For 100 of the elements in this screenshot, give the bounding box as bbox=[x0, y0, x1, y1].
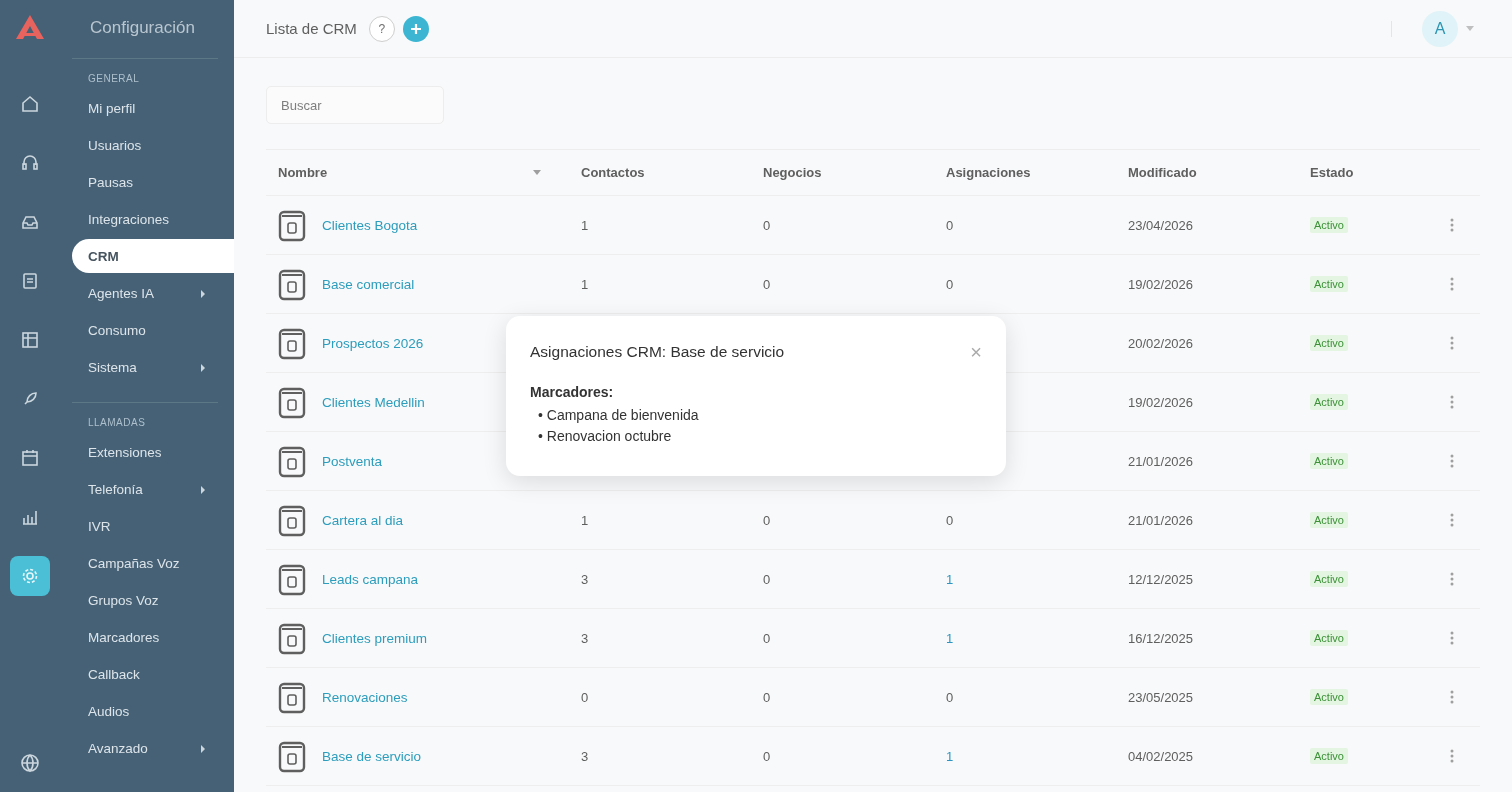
crm-name-link[interactable]: Prospectos 2026 bbox=[322, 335, 424, 351]
column-header: Modificado bbox=[1128, 165, 1197, 180]
crm-name-link[interactable]: Postventa bbox=[322, 453, 383, 469]
caret-icon[interactable] bbox=[1466, 26, 1474, 31]
more-icon[interactable] bbox=[1450, 690, 1454, 704]
sidebar-item[interactable]: Sistema bbox=[72, 349, 234, 386]
table-cell: 21/01/2026 bbox=[1128, 453, 1194, 469]
column-header: Estado bbox=[1310, 165, 1354, 180]
gear-icon[interactable] bbox=[10, 556, 50, 596]
more-icon[interactable] bbox=[1450, 631, 1454, 645]
sidebar-item[interactable]: Callback bbox=[72, 656, 234, 693]
dialer-item: • Campana de bienvenida bbox=[537, 406, 700, 425]
assignments-link[interactable]: 1 bbox=[946, 748, 954, 764]
chevron-icon bbox=[200, 484, 206, 495]
table-cell: 0 bbox=[946, 512, 954, 528]
status-badge: Activo bbox=[1310, 748, 1348, 764]
sidebar-item[interactable]: Grupos Voz bbox=[72, 582, 234, 619]
section-heading: Marcadores: bbox=[530, 384, 615, 400]
sort-icon[interactable] bbox=[533, 170, 541, 175]
crm-name-link[interactable]: Renovaciones bbox=[322, 689, 408, 705]
more-icon[interactable] bbox=[1450, 277, 1454, 291]
status-badge: Activo bbox=[1310, 394, 1348, 410]
crm-name-link[interactable]: Clientes Medellin bbox=[322, 394, 425, 410]
sidebar-item[interactable]: CRM bbox=[72, 239, 234, 273]
more-icon[interactable] bbox=[1450, 572, 1454, 586]
table-cell: 0 bbox=[946, 276, 954, 292]
sidebar-item[interactable]: Avanzado bbox=[72, 730, 234, 767]
add-button[interactable] bbox=[402, 15, 429, 42]
more-icon[interactable] bbox=[1450, 454, 1454, 468]
help-button[interactable]: ? bbox=[368, 15, 395, 42]
status-badge: Activo bbox=[1310, 335, 1348, 351]
sidebar-item[interactable]: IVR bbox=[72, 508, 234, 545]
jar-icon bbox=[278, 267, 306, 301]
sidebar-item[interactable]: Agentes IA bbox=[72, 275, 234, 312]
crm-name-link[interactable]: Clientes premium bbox=[322, 630, 428, 646]
status-badge: Activo bbox=[1310, 689, 1348, 705]
sidebar-item[interactable]: Marcadores bbox=[72, 619, 234, 656]
section-label: LLAMADAS bbox=[87, 416, 147, 430]
more-icon[interactable] bbox=[1450, 513, 1454, 527]
table-cell: 0 bbox=[763, 512, 771, 528]
search-field[interactable]: Buscar bbox=[266, 86, 444, 124]
logo-icon bbox=[15, 14, 45, 40]
sidebar-item[interactable]: Usuarios bbox=[72, 127, 234, 164]
table-cell: 0 bbox=[946, 217, 954, 233]
table-cell: 19/02/2026 bbox=[1128, 276, 1194, 292]
column-header: Negocios bbox=[763, 165, 822, 180]
table-cell: 20/02/2026 bbox=[1128, 335, 1194, 351]
table-cell: 0 bbox=[763, 630, 771, 646]
crm-name-link[interactable]: Clientes Bogota bbox=[322, 217, 418, 233]
more-icon[interactable] bbox=[1450, 749, 1454, 763]
section-label: GENERAL bbox=[87, 72, 141, 86]
jar-icon bbox=[278, 503, 306, 537]
column-header: Nombre bbox=[278, 165, 328, 180]
status-badge: Activo bbox=[1310, 453, 1348, 469]
status-badge: Activo bbox=[1310, 512, 1348, 528]
jar-icon bbox=[278, 739, 306, 773]
table-cell: 3 bbox=[581, 630, 589, 646]
assignments-link[interactable]: 1 bbox=[946, 571, 954, 587]
column-header: Contactos bbox=[581, 165, 645, 180]
status-badge: Activo bbox=[1310, 630, 1348, 646]
crm-name-link[interactable]: Base de servicio bbox=[322, 748, 422, 764]
more-icon[interactable] bbox=[1450, 218, 1454, 232]
more-icon[interactable] bbox=[1450, 336, 1454, 350]
sidebar-item[interactable]: Mi perfil bbox=[72, 90, 234, 127]
table-cell: 19/02/2026 bbox=[1128, 394, 1194, 410]
crm-name-link[interactable]: Base comercial bbox=[322, 276, 415, 292]
sidebar-item[interactable]: Pausas bbox=[72, 164, 234, 201]
table-cell: 23/04/2026 bbox=[1128, 217, 1194, 233]
table-cell: 16/12/2025 bbox=[1128, 630, 1194, 646]
more-icon[interactable] bbox=[1450, 395, 1454, 409]
sidebar-item[interactable]: Extensiones bbox=[72, 434, 234, 471]
jar-icon bbox=[278, 326, 306, 360]
status-badge: Activo bbox=[1310, 571, 1348, 587]
assignments-link[interactable]: 1 bbox=[946, 630, 954, 646]
table-cell: 1 bbox=[581, 217, 589, 233]
sidebar-item[interactable]: Telefonía bbox=[72, 471, 234, 508]
jar-icon bbox=[278, 444, 306, 478]
jar-icon bbox=[278, 385, 306, 419]
sidebar-item[interactable]: Consumo bbox=[72, 312, 234, 349]
table-cell: 0 bbox=[763, 276, 771, 292]
table-cell: 0 bbox=[763, 748, 771, 764]
plus-icon bbox=[409, 22, 422, 35]
crm-name-link[interactable]: Cartera al dia bbox=[322, 512, 404, 528]
table-cell: 3 bbox=[581, 571, 589, 587]
user-avatar[interactable]: A bbox=[1422, 10, 1458, 47]
jar-icon bbox=[278, 208, 306, 242]
sidebar-item[interactable]: Audios bbox=[72, 693, 234, 730]
jar-icon bbox=[278, 621, 306, 655]
table-cell: 0 bbox=[763, 689, 771, 705]
dialog-title: Asignaciones CRM: Base de servicio bbox=[530, 343, 785, 361]
table-cell: 0 bbox=[946, 689, 954, 705]
sidebar-item[interactable]: Campañas Voz bbox=[72, 545, 234, 582]
chevron-icon bbox=[200, 362, 206, 373]
globe-icon[interactable] bbox=[20, 753, 40, 773]
table-cell: 23/05/2025 bbox=[1128, 689, 1194, 705]
sidebar-item[interactable]: Integraciones bbox=[72, 201, 234, 238]
table-cell: 0 bbox=[581, 689, 589, 705]
crm-name-link[interactable]: Leads campana bbox=[322, 571, 419, 587]
column-header: Asignaciones bbox=[946, 165, 1031, 180]
sidebar-title: Configuración bbox=[89, 17, 196, 39]
